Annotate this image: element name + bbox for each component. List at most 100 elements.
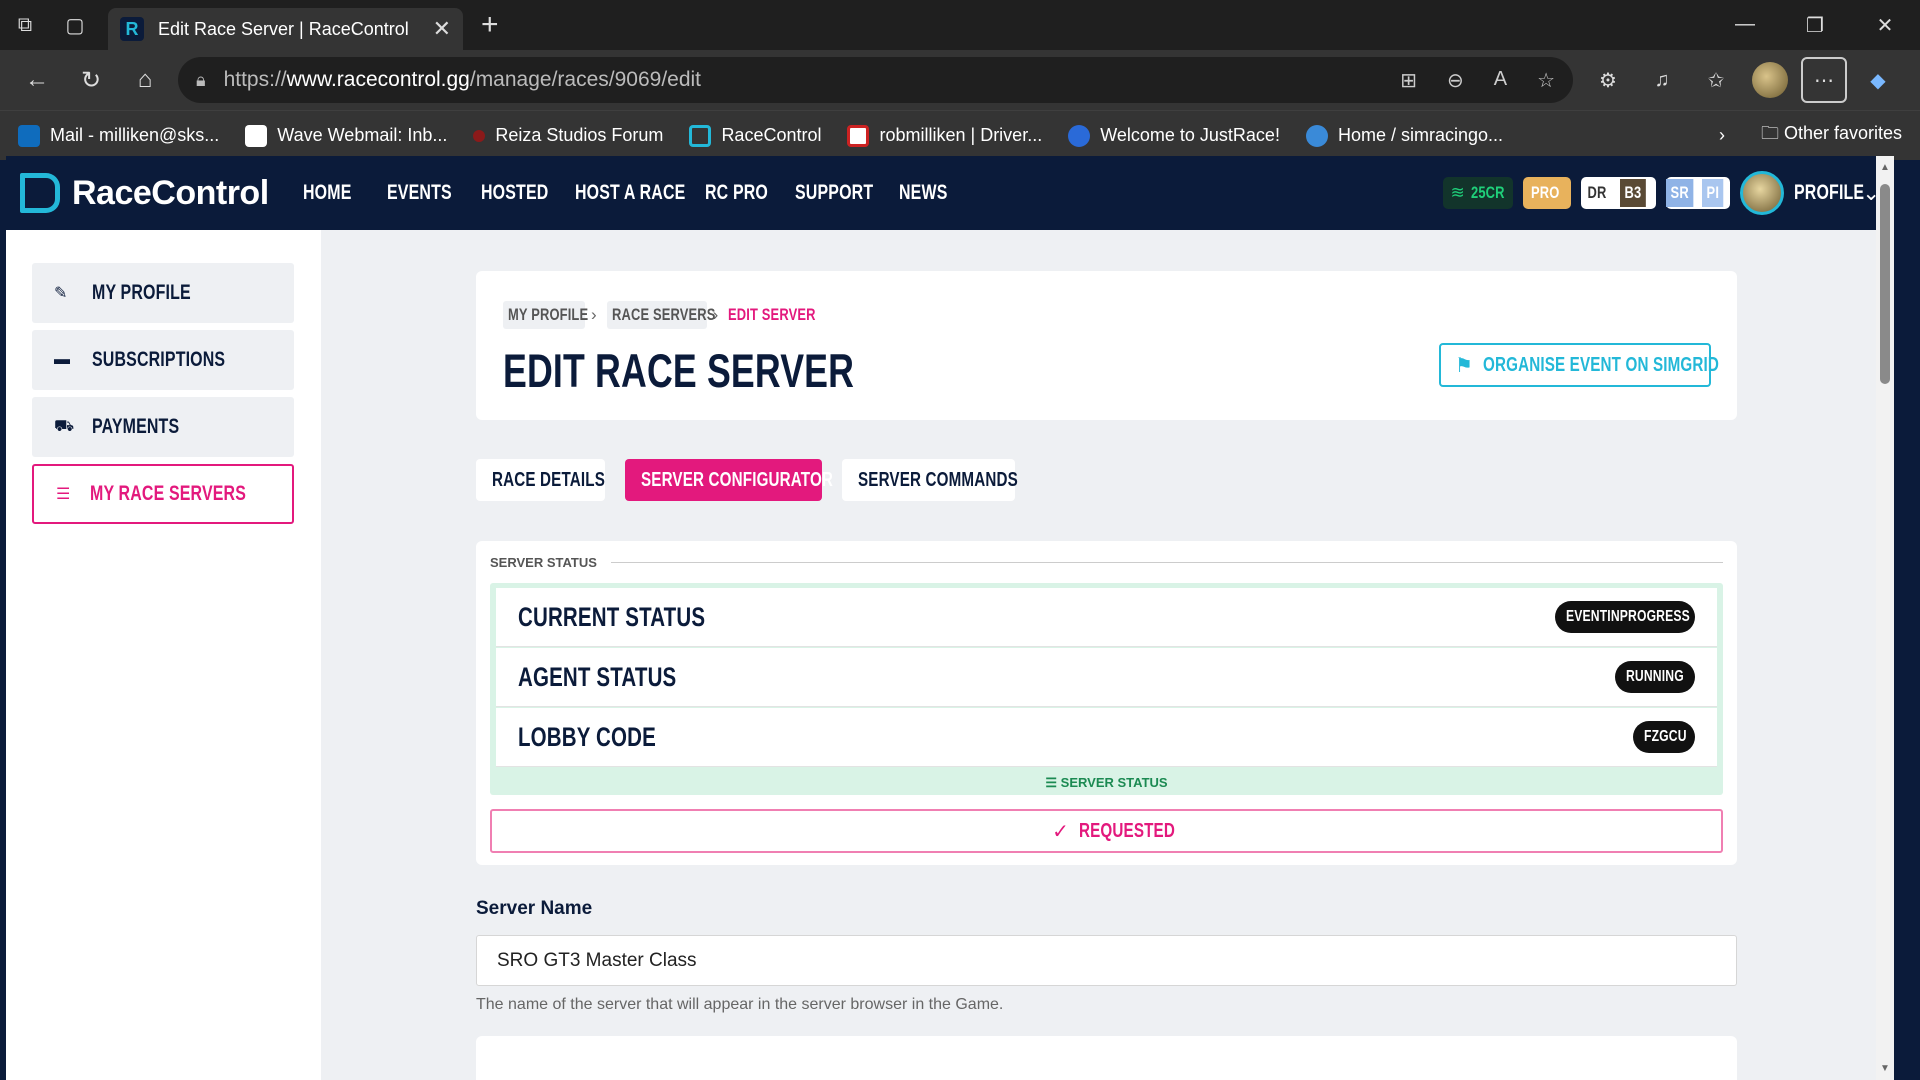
nav-host-a-race[interactable]: HOST A RACE <box>575 181 701 205</box>
sidebar-item-my-profile[interactable]: ✎ MY PROFILE <box>32 263 294 323</box>
other-favorites[interactable]: 🗀︎ Other favorites <box>1761 121 1902 151</box>
zoom-icon[interactable]: ⊖ <box>1447 68 1464 93</box>
scroll-thumb[interactable] <box>1880 184 1890 384</box>
racecontrol-logo[interactable]: RaceControl <box>20 173 269 213</box>
more-menu-icon[interactable]: ⋯ <box>1801 57 1847 103</box>
lock-icon[interactable]: 🔒︎ <box>196 70 206 91</box>
minimize-icon[interactable]: — <box>1710 13 1780 38</box>
tab-race-details[interactable]: RACE DETAILS <box>476 459 605 501</box>
site-header: RaceControl HOME EVENTS HOSTED HOST A RA… <box>6 156 1894 230</box>
reiza-icon <box>473 129 486 142</box>
server-status-footer: ☰ SERVER STATUS <box>490 775 1723 791</box>
restore-icon[interactable]: ❐ <box>1780 13 1850 38</box>
status-label: LOBBY CODE <box>518 721 656 752</box>
check-icon: ✓ <box>1052 820 1069 843</box>
page-scrollbar[interactable]: ▲ ▼ <box>1876 156 1894 1080</box>
nav-home[interactable]: HOME <box>303 181 383 205</box>
home-icon[interactable]: ⌂ <box>118 55 172 105</box>
badge-value: EVENTINPROGRESS <box>1566 608 1690 625</box>
browser-toolbar: ← ↻ ⌂ 🔒︎ https://www.racecontrol.gg/mana… <box>0 50 1920 110</box>
crumb-my-profile[interactable]: MY PROFILE <box>503 301 588 329</box>
bookmark-item[interactable]: Wave Webmail: Inb... <box>245 124 447 147</box>
workspaces-icon[interactable]: ⧉ <box>0 0 50 50</box>
pro-badge[interactable]: PRO <box>1522 177 1571 209</box>
organise-event-simgrid-button[interactable]: ⚑ ORGANISE EVENT ON SIMGRID <box>1439 343 1719 387</box>
page-viewport: RaceControl HOME EVENTS HOSTED HOST A RA… <box>6 156 1894 1080</box>
bookmark-item[interactable]: Welcome to JustRace! <box>1068 124 1280 147</box>
status-badge: FZGCU <box>1633 721 1695 753</box>
new-tab-icon[interactable]: + <box>481 8 499 42</box>
credits-badge[interactable]: ≋ 25CR <box>1442 177 1513 209</box>
bookmark-label: Home / simracingo... <box>1337 125 1504 145</box>
scroll-down-icon[interactable]: ▼ <box>1876 1063 1894 1074</box>
server-icon: ☰ <box>56 486 71 503</box>
tab-server-commands[interactable]: SERVER COMMANDS <box>842 459 1018 501</box>
read-aloud-icon[interactable]: A <box>1494 68 1507 93</box>
favorites-icon[interactable]: ✩ <box>1693 57 1739 103</box>
wave-icon <box>245 124 268 147</box>
nav-label: HOST A RACE <box>574 181 686 204</box>
driver-rating-badge[interactable]: DR B3 <box>1580 177 1656 209</box>
scroll-up-icon[interactable]: ▲ <box>1876 162 1894 173</box>
sidebar-item-label: MY PROFILE <box>92 281 191 304</box>
racecontrol-icon <box>689 124 712 147</box>
bookmark-item[interactable]: RaceControl <box>689 124 822 147</box>
nav-news[interactable]: NEWS <box>899 181 985 205</box>
chevron-right-icon: › <box>591 305 597 324</box>
server-name-input[interactable]: SRO GT3 Master Class <box>476 935 1737 986</box>
badge-value: RUNNING <box>1626 668 1684 685</box>
tab-server-configurator[interactable]: SERVER CONFIGURATOR <box>625 459 833 501</box>
bookmark-label: RaceControl <box>721 125 822 145</box>
sidebar-item-my-race-servers[interactable]: ☰ MY RACE SERVERS <box>32 464 294 524</box>
bookmark-item[interactable]: Mail - milliken@sks... <box>18 124 219 147</box>
simgrid-button-label: ORGANISE EVENT ON SIMGRID <box>1482 353 1719 376</box>
bookmark-item[interactable]: robmilliken | Driver... <box>847 124 1042 147</box>
card-icon: ▬ <box>54 351 70 368</box>
badge-value: FZGCU <box>1644 728 1687 745</box>
dr-level: B3 <box>1619 179 1646 207</box>
nav-hosted[interactable]: HOSTED <box>481 181 571 205</box>
extensions-icon[interactable]: ⚙ <box>1585 57 1631 103</box>
nav-support[interactable]: SUPPORT <box>795 181 895 205</box>
url-domain: www.racecontrol.gg <box>286 68 470 91</box>
url-prefix: https:// <box>223 68 287 91</box>
browser-tab-bar: ⧉ ▢ R Edit Race Server | RaceControl ✕ +… <box>0 0 1920 50</box>
crumb-race-servers[interactable]: RACE SERVERS <box>606 301 715 329</box>
nav-events[interactable]: EVENTS <box>387 181 477 205</box>
bookmark-item[interactable]: Home / simracingo... <box>1305 124 1504 147</box>
pencil-icon: ✎ <box>54 285 68 302</box>
sidebar-item-payments[interactable]: ⛟ PAYMENTS <box>32 397 294 457</box>
back-icon[interactable]: ← <box>10 55 64 105</box>
bookmarks-overflow-icon[interactable]: › <box>1719 125 1725 146</box>
browser-tab[interactable]: R Edit Race Server | RaceControl ✕ <box>108 8 463 50</box>
nav-rc-pro[interactable]: RC PRO <box>705 181 791 205</box>
vertical-tabs-icon[interactable]: ▢ <box>50 0 100 50</box>
close-window-icon[interactable]: ✕ <box>1850 13 1920 38</box>
app-available-icon[interactable]: ⊞ <box>1400 68 1417 93</box>
status-label: CURRENT STATUS <box>518 601 706 632</box>
sidebar-item-label: MY RACE SERVERS <box>90 482 247 505</box>
bookmark-item[interactable]: Reiza Studios Forum <box>473 125 663 146</box>
nav-label: HOME <box>302 181 352 204</box>
profile-menu[interactable]: PROFILE ⌄ <box>1794 181 1880 206</box>
status-row: AGENT STATUS RUNNING <box>496 648 1717 707</box>
server-status-heading: SERVER STATUS <box>490 555 1723 570</box>
profile-avatar[interactable] <box>1740 171 1785 215</box>
browser-avatar[interactable] <box>1747 57 1793 103</box>
requested-button[interactable]: ✓ REQUESTED <box>490 809 1723 853</box>
refresh-icon[interactable]: ↻ <box>64 55 118 105</box>
media-icon[interactable]: ♫ <box>1639 57 1685 103</box>
sidebar-item-label: SUBSCRIPTIONS <box>92 348 226 371</box>
copilot-icon[interactable]: ◆ <box>1855 57 1901 103</box>
safety-rating-badge[interactable]: SR PI <box>1665 177 1731 209</box>
bookmarks-bar: Mail - milliken@sks... Wave Webmail: Inb… <box>0 110 1920 160</box>
sr-label: SR <box>1665 179 1694 207</box>
favorite-star-icon[interactable]: ☆ <box>1537 68 1555 93</box>
page-header-card: MY PROFILE › RACE SERVERS › EDIT SERVER ED… <box>476 271 1737 420</box>
close-tab-icon[interactable]: ✕ <box>433 16 451 42</box>
home-globe-icon <box>1305 124 1328 147</box>
bookmark-label: Welcome to JustRace! <box>1100 125 1280 145</box>
address-bar[interactable]: 🔒︎ https://www.racecontrol.gg/manage/rac… <box>178 57 1573 103</box>
flag-icon: ⚑ <box>1455 354 1473 377</box>
sidebar-item-subscriptions[interactable]: ▬ SUBSCRIPTIONS <box>32 330 294 390</box>
